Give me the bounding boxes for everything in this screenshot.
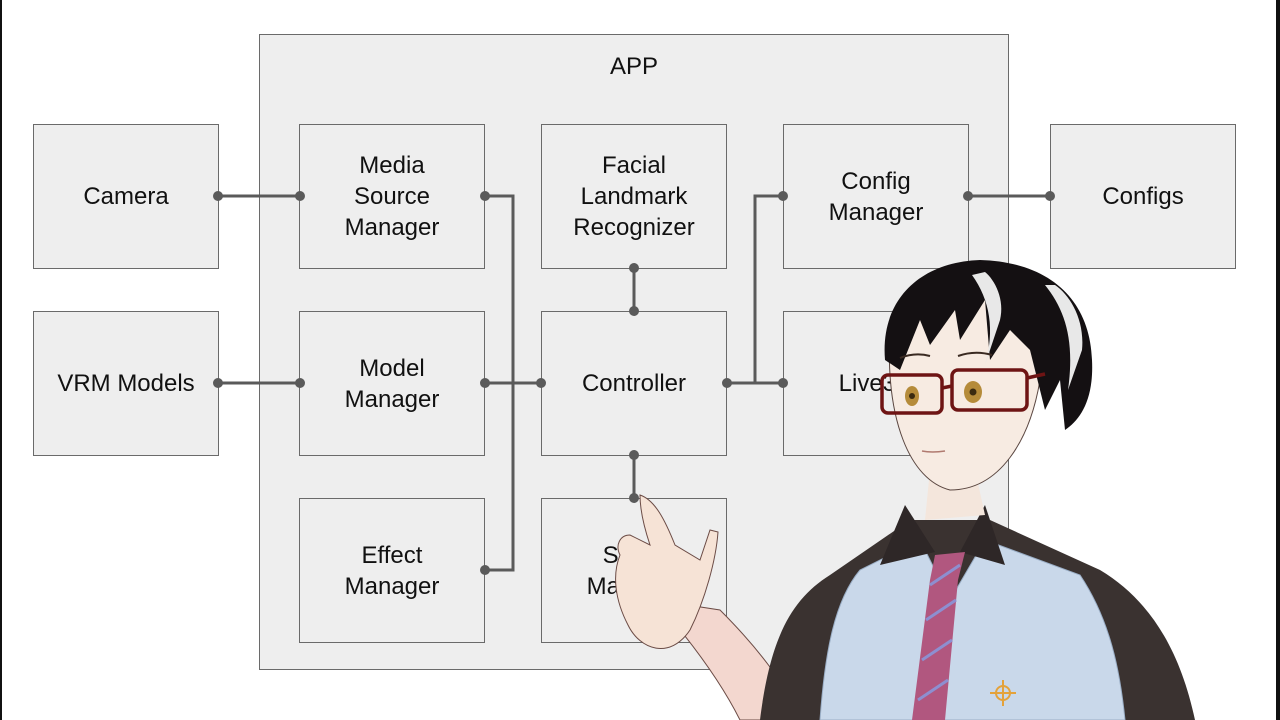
vtuber-avatar [615, 260, 1195, 720]
